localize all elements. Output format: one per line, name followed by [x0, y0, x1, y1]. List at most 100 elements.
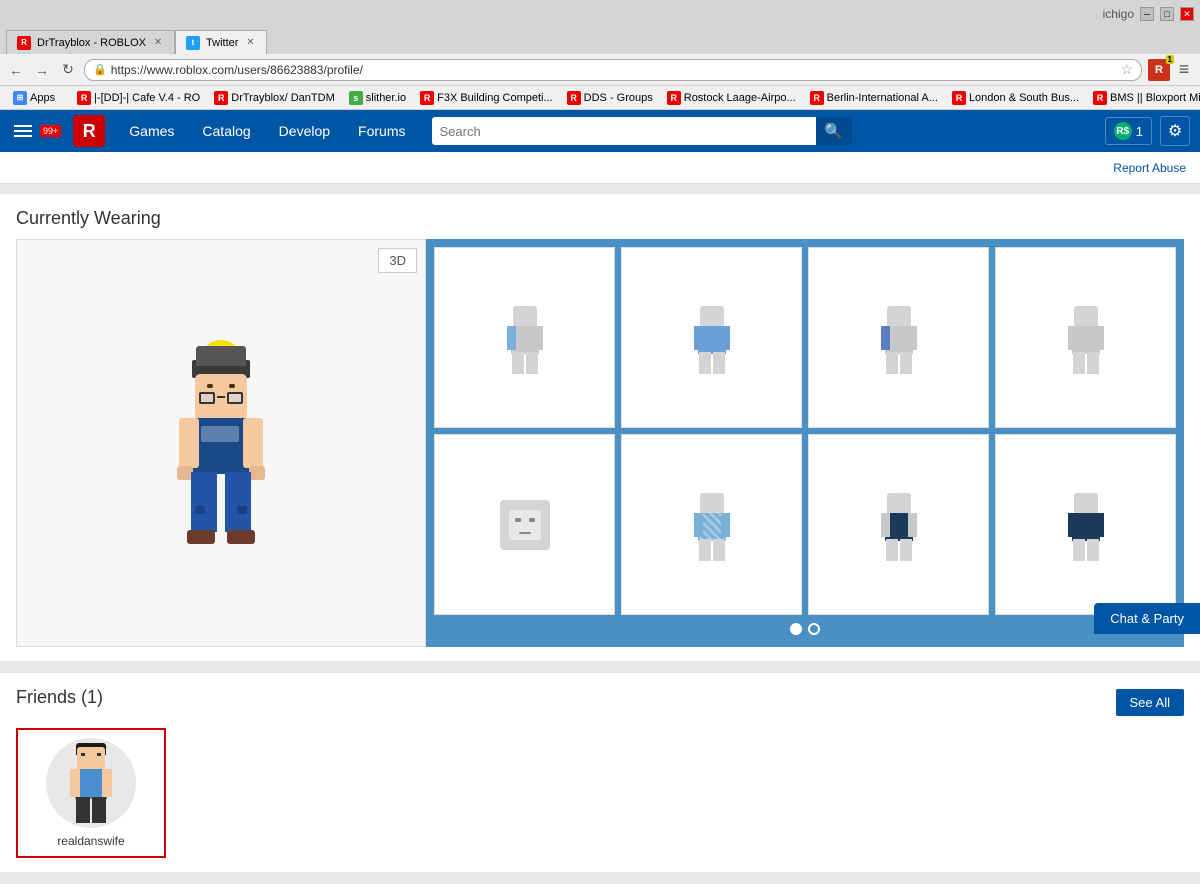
- forward-button[interactable]: →: [32, 60, 52, 80]
- clothing-6: [622, 435, 801, 614]
- bookmark-7[interactable]: R Berlin-International A...: [805, 90, 943, 106]
- friends-list: realdanswife: [16, 728, 1184, 858]
- friends-title-text: Friends: [16, 687, 76, 707]
- search-button[interactable]: 🔍: [816, 117, 852, 145]
- address-input-wrapper[interactable]: 🔒 https://www.roblox.com/users/86623883/…: [84, 59, 1142, 81]
- avatar-figure: [131, 328, 311, 558]
- roblox-tab-close[interactable]: ✕: [152, 37, 164, 48]
- twitter-tab-favicon: t: [186, 36, 200, 50]
- cl-leg-l-7: [886, 539, 898, 561]
- menu-hamburger[interactable]: [10, 121, 36, 141]
- maximize-button[interactable]: □: [1160, 7, 1174, 21]
- tab-twitter[interactable]: t Twitter ✕: [175, 30, 267, 54]
- cl-head-2: [700, 306, 724, 328]
- char-torso: [191, 418, 251, 474]
- chat-party-button[interactable]: Chat & Party: [1094, 603, 1200, 634]
- bookmark-7-icon: R: [810, 91, 824, 105]
- bookmark-8[interactable]: R London & South Bus...: [947, 90, 1084, 106]
- item-cell-8[interactable]: [995, 434, 1176, 615]
- address-right: R 1 ≡: [1148, 59, 1194, 81]
- twitter-tab-close[interactable]: ✕: [244, 37, 256, 48]
- leg-left: [191, 472, 217, 532]
- roblox-logo[interactable]: R: [73, 115, 105, 147]
- mini-leg-l: [76, 797, 90, 823]
- item-cell-2[interactable]: [621, 247, 802, 428]
- bookmark-9[interactable]: R BMS || Bloxport Midd...: [1088, 90, 1200, 106]
- pagination-dot-2[interactable]: [808, 623, 820, 635]
- cl-leg-l-3: [886, 352, 898, 374]
- bookmark-4[interactable]: R F3X Building Competi...: [415, 90, 558, 106]
- tab-roblox[interactable]: R DrTrayblox - ROBLOX ✕: [6, 30, 175, 54]
- bookmark-star-icon[interactable]: ☆: [1120, 61, 1133, 78]
- bookmark-1-icon: R: [77, 91, 91, 105]
- cl-leg-r-1: [526, 352, 538, 374]
- cl-figure-7: [874, 493, 924, 557]
- bookmark-2[interactable]: R DrTrayblox/ DanTDM: [209, 90, 340, 106]
- cl-leg-l-4: [1073, 352, 1085, 374]
- glasses-left: [199, 392, 215, 404]
- item-cell-6[interactable]: [621, 434, 802, 615]
- nav-develop[interactable]: Develop: [265, 110, 344, 152]
- cl-leg-r-8: [1087, 539, 1099, 561]
- item-cell-1[interactable]: [434, 247, 615, 428]
- back-button[interactable]: ←: [6, 60, 26, 80]
- item-cell-7[interactable]: [808, 434, 989, 615]
- cl-leg-r-4: [1087, 352, 1099, 374]
- more-button[interactable]: ≡: [1174, 60, 1194, 80]
- report-abuse-link[interactable]: Report Abuse: [1113, 161, 1186, 175]
- bookmark-2-icon: R: [214, 91, 228, 105]
- bookmark-4-label: F3X Building Competi...: [437, 92, 553, 104]
- leg-right: [225, 472, 251, 532]
- face-mouth: [519, 532, 531, 534]
- arm-left: [179, 418, 199, 468]
- item-cell-5[interactable]: [434, 434, 615, 615]
- nav-forums[interactable]: Forums: [344, 110, 419, 152]
- eye-right: [229, 384, 235, 388]
- friend-card-realdanswife[interactable]: realdanswife: [16, 728, 166, 858]
- settings-button[interactable]: ⚙: [1160, 116, 1190, 146]
- title-bar-right: ichigo ─ □ ✕: [1103, 7, 1194, 21]
- cl-arm-l-4: [1068, 326, 1077, 350]
- see-all-button[interactable]: See All: [1116, 689, 1184, 716]
- arm-right: [243, 418, 263, 468]
- search-wrapper: 🔍: [432, 117, 852, 145]
- minimize-button[interactable]: ─: [1140, 7, 1154, 21]
- bookmark-2-label: DrTrayblox/ DanTDM: [231, 92, 335, 104]
- item-cell-4[interactable]: [995, 247, 1176, 428]
- btn-3d[interactable]: 3D: [378, 248, 417, 273]
- clothing-4: [996, 248, 1175, 427]
- robux-button[interactable]: R$ 1: [1105, 117, 1152, 145]
- bookmark-1[interactable]: R |-[DD]-| Cafe V.4 - RO: [72, 90, 205, 106]
- cl-head-3: [887, 306, 911, 328]
- friends-section: Friends (1) See All: [0, 673, 1200, 872]
- cl-head-8: [1074, 493, 1098, 515]
- search-input[interactable]: [432, 117, 816, 145]
- bookmark-3[interactable]: s slither.io: [344, 90, 411, 106]
- bookmark-5[interactable]: R DDS - Groups: [562, 90, 658, 106]
- cl-head-4: [1074, 306, 1098, 328]
- nav-catalog[interactable]: Catalog: [188, 110, 264, 152]
- refresh-button[interactable]: ↻: [58, 60, 78, 80]
- roblox-navbar: 99+ R Games Catalog Develop Forums 🔍 R$ …: [0, 110, 1200, 152]
- apps-icon: ⊞: [13, 91, 27, 105]
- close-button[interactable]: ✕: [1180, 7, 1194, 21]
- item-cell-3[interactable]: [808, 247, 989, 428]
- bookmark-5-label: DDS - Groups: [584, 92, 653, 104]
- bookmark-6[interactable]: R Rostock Laage-Airpo...: [662, 90, 801, 106]
- bookmark-8-label: London & South Bus...: [969, 92, 1079, 104]
- apps-bookmark[interactable]: ⊞ Apps: [8, 90, 60, 106]
- mini-eye-l: [81, 753, 85, 756]
- extension-button[interactable]: R 1: [1148, 59, 1170, 81]
- cl-arm-r-6: [721, 513, 730, 537]
- pagination-dot-1[interactable]: [790, 623, 802, 635]
- cl-head-6: [700, 493, 724, 515]
- mini-arm-r: [102, 769, 112, 797]
- cl-figure-2: [687, 306, 737, 370]
- friends-count: (1): [81, 687, 103, 707]
- cl-figure-1: [500, 306, 550, 370]
- address-bar: ← → ↻ 🔒 https://www.roblox.com/users/866…: [0, 54, 1200, 86]
- mini-leg-r: [92, 797, 106, 823]
- item-grid: [434, 247, 1176, 615]
- clothing-1: [435, 248, 614, 427]
- nav-games[interactable]: Games: [115, 110, 188, 152]
